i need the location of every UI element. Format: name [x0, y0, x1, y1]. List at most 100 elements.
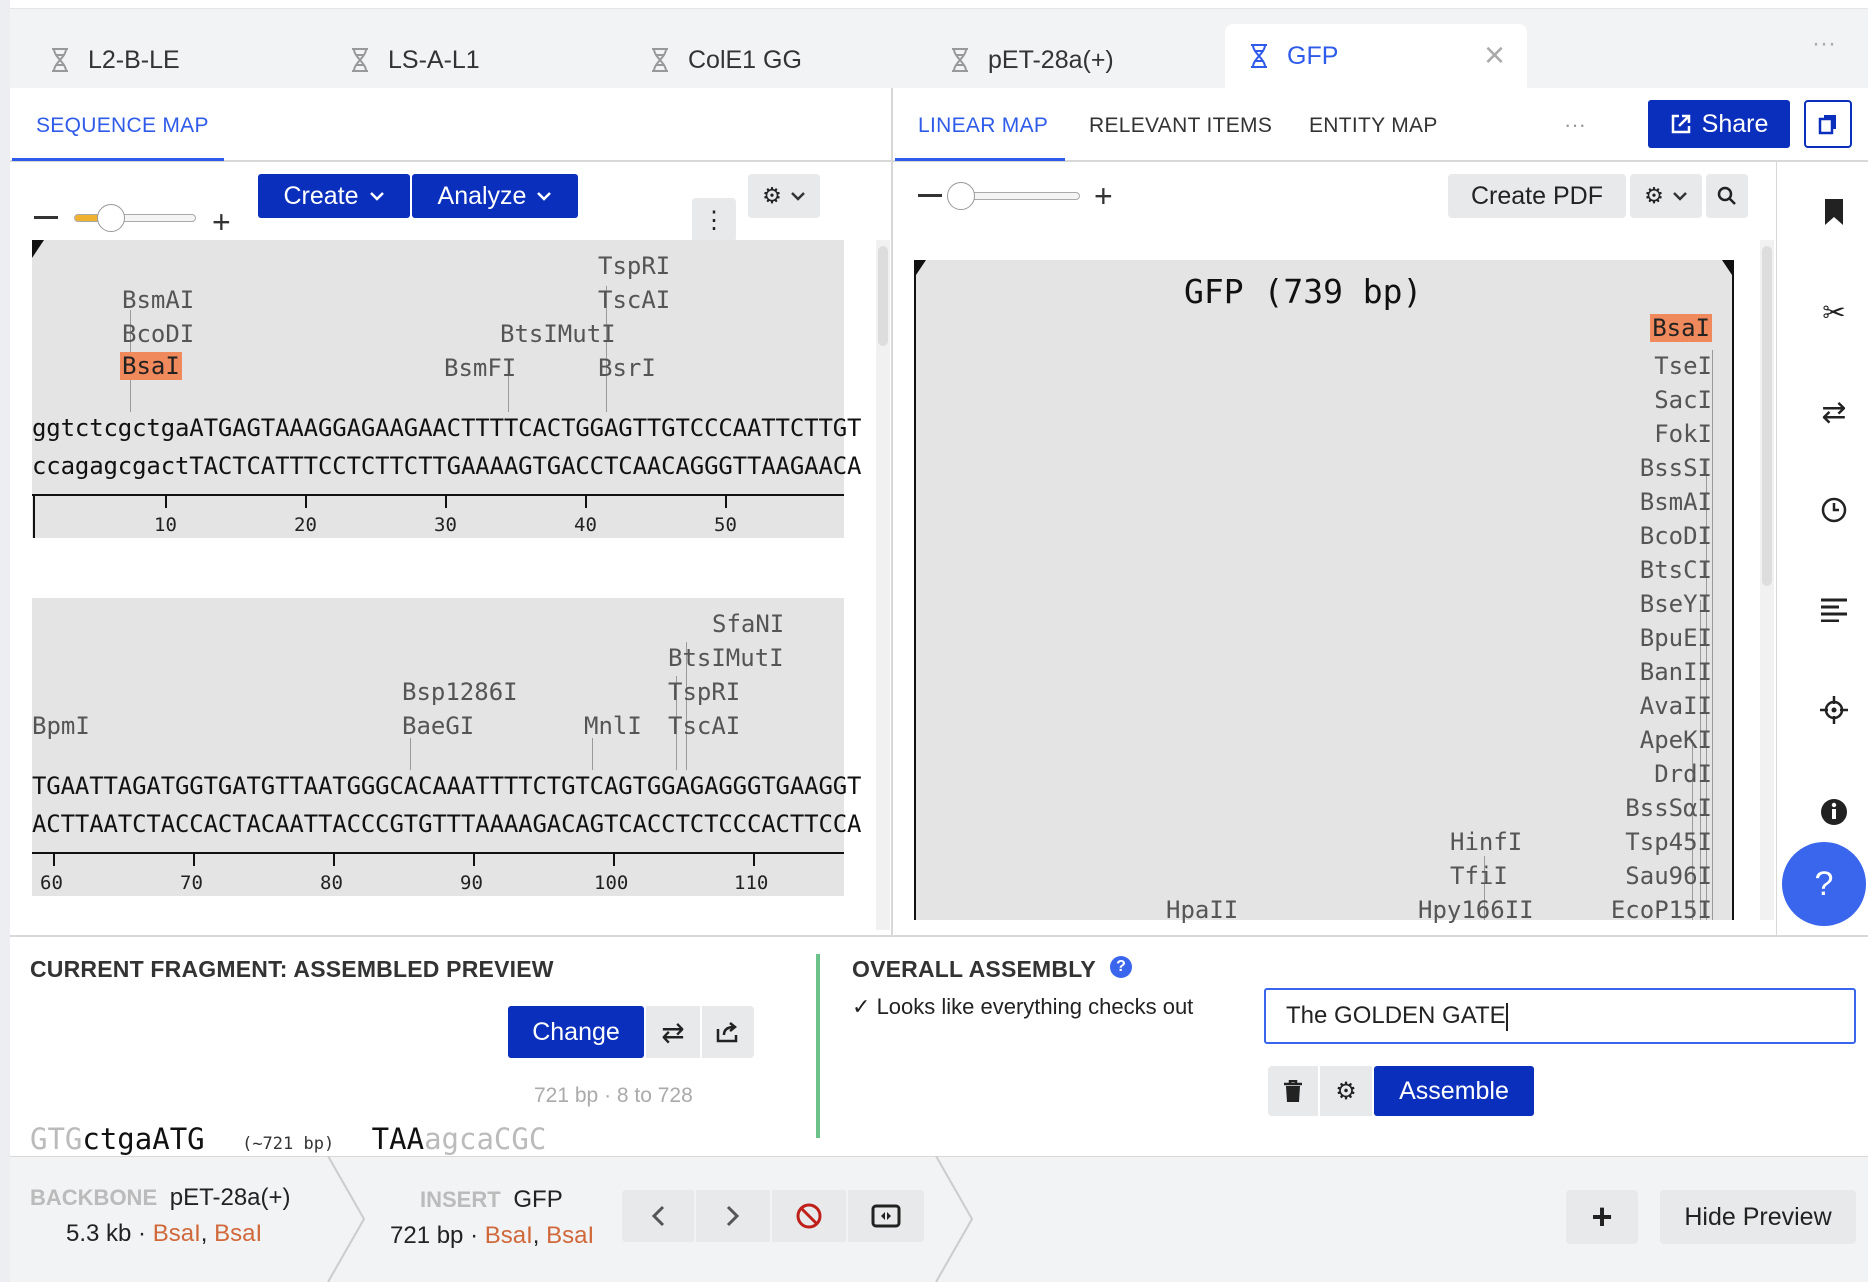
enzyme-label[interactable]: TspRI: [598, 252, 670, 280]
enzyme-label[interactable]: FokI: [1654, 420, 1712, 448]
tab-gfp[interactable]: GFP ×: [1225, 24, 1527, 88]
bottom-strand-sequence[interactable]: ccagagcgactTACTCATTTCCTCTTCTTGAAAAGTGACC…: [32, 452, 862, 480]
enzyme-label[interactable]: BtsCI: [1640, 556, 1712, 584]
enzyme-label[interactable]: SacI: [1654, 386, 1712, 414]
info-icon[interactable]: [1818, 796, 1850, 828]
share-button[interactable]: Share: [1648, 100, 1790, 148]
create-dropdown-button[interactable]: Create: [258, 174, 410, 218]
enzyme-label[interactable]: BcoDI: [1640, 522, 1712, 550]
analyze-dropdown-button[interactable]: Analyze: [412, 174, 578, 218]
backbone-enzyme[interactable]: BsaI: [153, 1220, 201, 1247]
map-zoom-in-icon[interactable]: +: [1094, 178, 1113, 215]
map-zoom-out-icon[interactable]: [918, 194, 942, 197]
help-circle-icon[interactable]: ?: [1110, 956, 1132, 978]
expand-fragment-button[interactable]: [848, 1190, 924, 1242]
hide-preview-button[interactable]: Hide Preview: [1660, 1190, 1856, 1244]
backbone-enzyme[interactable]: BsaI: [214, 1220, 262, 1247]
assembly-name-input[interactable]: The GOLDEN GATE: [1264, 988, 1856, 1044]
insert-enzyme[interactable]: BsaI: [485, 1222, 533, 1249]
tab-linear-map[interactable]: LINEAR MAP: [918, 114, 1048, 138]
crosshair-icon[interactable]: [1818, 694, 1850, 726]
map-scrollbar-thumb[interactable]: [1762, 246, 1772, 586]
swap-icon[interactable]: ⇄: [1818, 396, 1850, 429]
tab-pet-28a[interactable]: pET-28a(+): [948, 32, 1114, 88]
enzyme-label[interactable]: DrdI: [1654, 760, 1712, 788]
enzyme-label[interactable]: BpmI: [32, 712, 90, 740]
zoom-in-icon[interactable]: +: [212, 204, 231, 241]
assemble-button[interactable]: Assemble: [1374, 1066, 1534, 1116]
enzyme-label[interactable]: HpaII: [1166, 896, 1238, 924]
left-scrollbar-thumb[interactable]: [878, 246, 888, 346]
enzyme-label[interactable]: BaeGI: [402, 712, 474, 740]
enzyme-label[interactable]: Bsp1286I: [402, 678, 518, 706]
sequence-settings-button[interactable]: ⚙: [748, 174, 820, 218]
export-fragment-button[interactable]: [702, 1006, 754, 1058]
create-pdf-button[interactable]: Create PDF: [1448, 174, 1626, 218]
bookmark-icon[interactable]: [1818, 196, 1850, 228]
enzyme-label[interactable]: BpuEI: [1640, 624, 1712, 652]
top-strand-sequence[interactable]: TGAATTAGATGGTGATGTTAATGGGCACAAATTTTCTGTC…: [32, 772, 862, 800]
help-button[interactable]: ?: [1782, 842, 1866, 926]
enzyme-label-highlighted[interactable]: BsaI: [1650, 314, 1712, 342]
zoom-slider-handle[interactable]: [97, 204, 125, 232]
more-tabs-icon[interactable]: ···: [1564, 112, 1586, 138]
map-search-button[interactable]: [1706, 174, 1748, 218]
linear-map-canvas[interactable]: [914, 260, 1734, 920]
duplicate-button[interactable]: [1804, 100, 1852, 148]
tab-relevant-items[interactable]: RELEVANT ITEMS: [1089, 114, 1272, 138]
enzyme-label[interactable]: Hpy166II: [1418, 896, 1534, 924]
change-fragment-button[interactable]: Change: [508, 1006, 644, 1058]
enzyme-label[interactable]: HinfI: [1450, 828, 1522, 856]
assembly-settings-button[interactable]: ⚙: [1320, 1066, 1372, 1116]
enzyme-label[interactable]: BtsIMutI: [668, 644, 784, 672]
tab-sequence-map[interactable]: SEQUENCE MAP: [36, 114, 209, 138]
enzyme-label[interactable]: TspRI: [668, 678, 740, 706]
next-fragment-button[interactable]: [696, 1190, 770, 1242]
enzyme-label[interactable]: TseI: [1654, 352, 1712, 380]
backbone-summary[interactable]: BACKBONE pET-28a(+): [30, 1184, 291, 1212]
enzyme-label[interactable]: ApeKI: [1640, 726, 1712, 754]
enzyme-label[interactable]: BssSI: [1640, 454, 1712, 482]
previous-fragment-button[interactable]: [622, 1190, 694, 1242]
remove-fragment-button[interactable]: [772, 1190, 846, 1242]
more-options-button[interactable]: ⋮: [692, 198, 736, 242]
tab-l2-b-le[interactable]: L2-B-LE: [48, 32, 180, 88]
tabbar-more-icon[interactable]: ···: [1812, 30, 1836, 58]
enzyme-label[interactable]: BssSαI: [1625, 794, 1712, 822]
reverse-fragment-button[interactable]: ⇄: [646, 1006, 700, 1058]
insert-summary[interactable]: INSERT GFP: [420, 1186, 563, 1214]
add-fragment-button[interactable]: +: [1566, 1190, 1638, 1244]
enzyme-label[interactable]: BsmAI: [122, 286, 194, 314]
enzyme-label[interactable]: TscAI: [668, 712, 740, 740]
enzyme-label[interactable]: AvaII: [1640, 692, 1712, 720]
map-zoom-slider[interactable]: [947, 182, 1080, 210]
enzyme-label[interactable]: TscAI: [598, 286, 670, 314]
tab-ls-a-l1[interactable]: LS-A-L1: [348, 32, 480, 88]
align-left-icon[interactable]: [1818, 594, 1850, 626]
enzyme-label[interactable]: BtsIMutI: [500, 320, 616, 348]
insert-enzyme[interactable]: BsaI: [546, 1222, 594, 1249]
zoom-out-icon[interactable]: [34, 216, 58, 219]
zoom-slider[interactable]: [74, 204, 196, 232]
enzyme-label-highlighted[interactable]: BsaI: [120, 352, 182, 380]
map-settings-button[interactable]: ⚙: [1630, 174, 1702, 218]
map-zoom-slider-handle[interactable]: [947, 182, 975, 210]
history-clock-icon[interactable]: [1818, 494, 1850, 526]
enzyme-label[interactable]: SfaNI: [712, 610, 784, 638]
enzyme-label[interactable]: BsrI: [598, 354, 656, 382]
tab-cole1-gg[interactable]: ColE1 GG: [648, 32, 802, 88]
enzyme-label[interactable]: EcoP15I: [1611, 896, 1712, 924]
enzyme-label[interactable]: BanII: [1640, 658, 1712, 686]
enzyme-label[interactable]: Sau96I: [1625, 862, 1712, 890]
tab-entity-map[interactable]: ENTITY MAP: [1309, 114, 1438, 138]
enzyme-label[interactable]: TfiI: [1450, 862, 1508, 890]
enzyme-label[interactable]: BseYI: [1640, 590, 1712, 618]
delete-assembly-button[interactable]: [1268, 1066, 1318, 1116]
enzyme-label[interactable]: Tsp45I: [1625, 828, 1712, 856]
scissors-icon[interactable]: ✂: [1818, 296, 1850, 328]
enzyme-label[interactable]: MnlI: [584, 712, 642, 740]
bottom-strand-sequence[interactable]: ACTTAATCTACCACTACAATTACCCGTGTTTAAAAGACAG…: [32, 810, 862, 838]
enzyme-label[interactable]: BsmAI: [1640, 488, 1712, 516]
enzyme-label[interactable]: BsmFI: [444, 354, 516, 382]
enzyme-label[interactable]: BcoDI: [122, 320, 194, 348]
